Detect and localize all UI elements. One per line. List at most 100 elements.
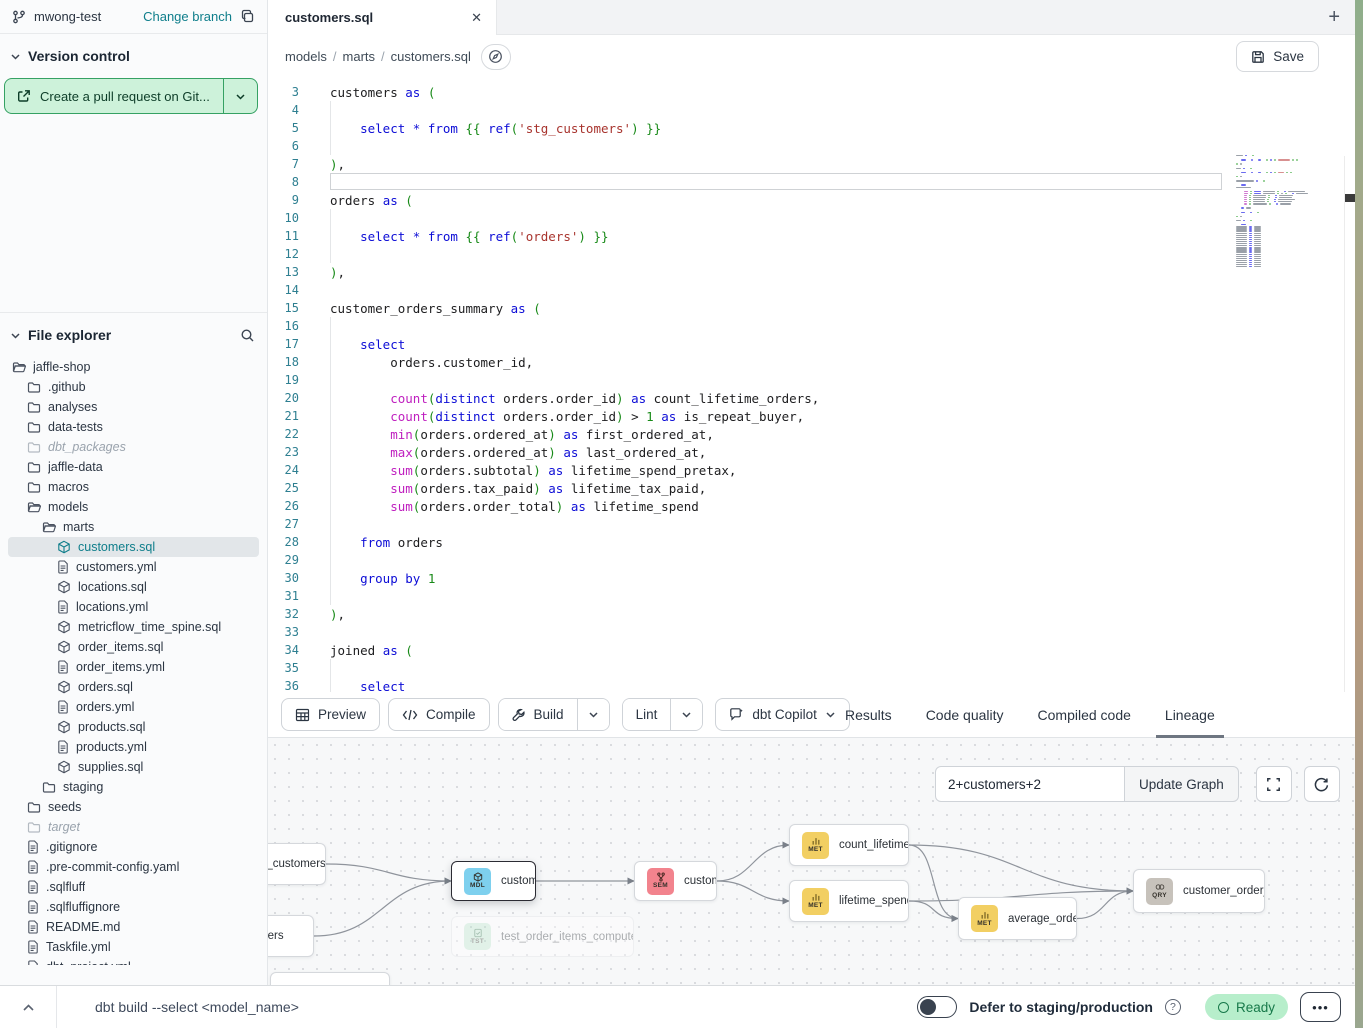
lineage-node-partial_node[interactable] bbox=[270, 972, 390, 985]
lineage-node-count_lifetime_orders[interactable]: METcount_lifetime_orders bbox=[789, 824, 909, 866]
close-icon[interactable]: ✕ bbox=[471, 10, 482, 26]
build-caret[interactable] bbox=[577, 699, 609, 730]
cli-command-input[interactable]: dbt build --select <model_name> bbox=[95, 999, 299, 1015]
code-line-4[interactable]: 4 bbox=[268, 101, 1355, 119]
file-tree-item-dbt-packages[interactable]: dbt_packages bbox=[8, 437, 259, 457]
code-line-21[interactable]: 21 count(distinct orders.order_id) > 1 a… bbox=[268, 407, 1355, 425]
code-line-35[interactable]: 35 bbox=[268, 659, 1355, 677]
compile-button[interactable]: Compile bbox=[388, 698, 490, 731]
lineage-node-average_order_value[interactable]: METaverage_order_value bbox=[958, 897, 1077, 940]
version-control-header[interactable]: Version control bbox=[0, 34, 267, 74]
lineage-selector-input[interactable] bbox=[935, 766, 1125, 802]
search-icon[interactable] bbox=[240, 328, 255, 343]
new-tab-button[interactable]: + bbox=[1328, 0, 1340, 35]
file-tree-item--gitignore[interactable]: .gitignore bbox=[8, 837, 259, 857]
preview-button[interactable]: Preview bbox=[281, 698, 380, 731]
create-pr-caret[interactable] bbox=[223, 79, 257, 113]
code-line-17[interactable]: 17 select bbox=[268, 335, 1355, 353]
file-tree-item-metricflow-time-spine-sql[interactable]: metricflow_time_spine.sql bbox=[8, 617, 259, 637]
code-line-25[interactable]: 25 sum(orders.tax_paid) as lifetime_tax_… bbox=[268, 479, 1355, 497]
compass-icon[interactable] bbox=[481, 44, 511, 70]
file-tree-item-customers-yml[interactable]: customers.yml bbox=[8, 557, 259, 577]
file-tree-item-jaffle-data[interactable]: jaffle-data bbox=[8, 457, 259, 477]
change-branch-link[interactable]: Change branch bbox=[143, 9, 232, 24]
code-line-33[interactable]: 33 bbox=[268, 623, 1355, 641]
create-pr-button[interactable]: Create a pull request on Git... bbox=[4, 78, 258, 114]
file-tree-item--sqlfluff[interactable]: .sqlfluff bbox=[8, 877, 259, 897]
code-line-31[interactable]: 31 bbox=[268, 587, 1355, 605]
code-line-12[interactable]: 12 bbox=[268, 245, 1355, 263]
file-tree-item-locations-yml[interactable]: locations.yml bbox=[8, 597, 259, 617]
code-line-19[interactable]: 19 bbox=[268, 371, 1355, 389]
code-line-34[interactable]: 34joined as ( bbox=[268, 641, 1355, 659]
panel-tab-lineage[interactable]: Lineage bbox=[1165, 692, 1215, 738]
code-line-3[interactable]: 3customers as ( bbox=[268, 83, 1355, 101]
minimap[interactable] bbox=[1232, 153, 1310, 269]
code-line-7[interactable]: 7), bbox=[268, 155, 1355, 173]
defer-toggle[interactable] bbox=[917, 996, 957, 1018]
code-line-16[interactable]: 16 bbox=[268, 317, 1355, 335]
file-tree-item-customers-sql[interactable]: customers.sql bbox=[8, 537, 259, 557]
code-line-27[interactable]: 27 bbox=[268, 515, 1355, 533]
code-line-36[interactable]: 36 select bbox=[268, 677, 1355, 692]
code-line-28[interactable]: 28 from orders bbox=[268, 533, 1355, 551]
dbt-copilot-button[interactable]: dbt Copilot bbox=[715, 698, 850, 731]
file-tree-item-order-items-yml[interactable]: order_items.yml bbox=[8, 657, 259, 677]
code-line-26[interactable]: 26 sum(orders.order_total) as lifetime_s… bbox=[268, 497, 1355, 515]
code-line-5[interactable]: 5 select * from {{ ref('stg_customers') … bbox=[268, 119, 1355, 137]
lineage-node-customers_sem[interactable]: SEMcustomers bbox=[634, 861, 717, 901]
lineage-node-test_node[interactable]: TSTtest_order_items_compute_to_bools... bbox=[451, 916, 634, 957]
file-tree-item-orders-yml[interactable]: orders.yml bbox=[8, 697, 259, 717]
code-line-6[interactable]: 6 bbox=[268, 137, 1355, 155]
code-line-10[interactable]: 10 bbox=[268, 209, 1355, 227]
collapse-panel-icon[interactable] bbox=[0, 1003, 56, 1012]
editor-scrollbar[interactable] bbox=[1344, 156, 1355, 692]
file-tree-item-seeds[interactable]: seeds bbox=[8, 797, 259, 817]
file-tree-item-orders-sql[interactable]: orders.sql bbox=[8, 677, 259, 697]
file-tree-item-readme-md[interactable]: README.md bbox=[8, 917, 259, 937]
file-tree-item-macros[interactable]: macros bbox=[8, 477, 259, 497]
code-line-15[interactable]: 15customer_orders_summary as ( bbox=[268, 299, 1355, 317]
more-options-button[interactable]: ••• bbox=[1300, 992, 1341, 1022]
file-tree-item-target[interactable]: target bbox=[8, 817, 259, 837]
refresh-icon[interactable] bbox=[1304, 766, 1340, 802]
code-line-24[interactable]: 24 sum(orders.subtotal) as lifetime_spen… bbox=[268, 461, 1355, 479]
code-line-11[interactable]: 11 select * from {{ ref('orders') }} bbox=[268, 227, 1355, 245]
help-icon[interactable]: ? bbox=[1165, 999, 1181, 1015]
file-tree-item-order-items-sql[interactable]: order_items.sql bbox=[8, 637, 259, 657]
file-explorer-header[interactable]: File explorer bbox=[0, 313, 267, 353]
file-tree-item-analyses[interactable]: analyses bbox=[8, 397, 259, 417]
file-tree-item--sqlfluffignore[interactable]: .sqlfluffignore bbox=[8, 897, 259, 917]
code-line-14[interactable]: 14 bbox=[268, 281, 1355, 299]
code-line-29[interactable]: 29 bbox=[268, 551, 1355, 569]
tab-customers-sql[interactable]: customers.sql ✕ bbox=[268, 0, 497, 35]
code-line-23[interactable]: 23 max(orders.ordered_at) as last_ordere… bbox=[268, 443, 1355, 461]
copy-branch-icon[interactable] bbox=[240, 9, 255, 24]
lineage-node-orders[interactable]: orders bbox=[268, 915, 314, 957]
lineage-node-customers_mdl[interactable]: MDLcustomers bbox=[451, 861, 536, 901]
code-line-20[interactable]: 20 count(distinct orders.order_id) as co… bbox=[268, 389, 1355, 407]
file-tree-item-supplies-sql[interactable]: supplies.sql bbox=[8, 757, 259, 777]
code-line-18[interactable]: 18 orders.customer_id, bbox=[268, 353, 1355, 371]
code-line-13[interactable]: 13), bbox=[268, 263, 1355, 281]
file-tree-item-products-sql[interactable]: products.sql bbox=[8, 717, 259, 737]
update-graph-button[interactable]: Update Graph bbox=[1125, 766, 1239, 802]
file-tree-item-products-yml[interactable]: products.yml bbox=[8, 737, 259, 757]
panel-tab-code-quality[interactable]: Code quality bbox=[926, 692, 1004, 738]
file-tree-item--github[interactable]: .github bbox=[8, 377, 259, 397]
file-tree-item-data-tests[interactable]: data-tests bbox=[8, 417, 259, 437]
fullscreen-icon[interactable] bbox=[1256, 766, 1292, 802]
file-tree-item-jaffle-shop[interactable]: jaffle-shop bbox=[8, 357, 259, 377]
file-tree-item--pre-commit-config-yaml[interactable]: .pre-commit-config.yaml bbox=[8, 857, 259, 877]
file-tree-item-models[interactable]: models bbox=[8, 497, 259, 517]
lineage-node-customer_order_metrics[interactable]: QRYcustomer_order_metrics bbox=[1133, 869, 1265, 913]
lint-button[interactable]: Lint bbox=[623, 699, 671, 730]
code-line-9[interactable]: 9orders as ( bbox=[268, 191, 1355, 209]
build-button[interactable]: Build bbox=[499, 699, 577, 730]
lineage-node-stg_customers[interactable]: stg_customers bbox=[268, 843, 326, 885]
file-tree-item-marts[interactable]: marts bbox=[8, 517, 259, 537]
code-line-8[interactable]: 8 bbox=[268, 173, 1355, 191]
file-tree-item-staging[interactable]: staging bbox=[8, 777, 259, 797]
code-editor[interactable]: 23customers as (45 select * from {{ ref(… bbox=[268, 78, 1355, 692]
code-line-32[interactable]: 32), bbox=[268, 605, 1355, 623]
